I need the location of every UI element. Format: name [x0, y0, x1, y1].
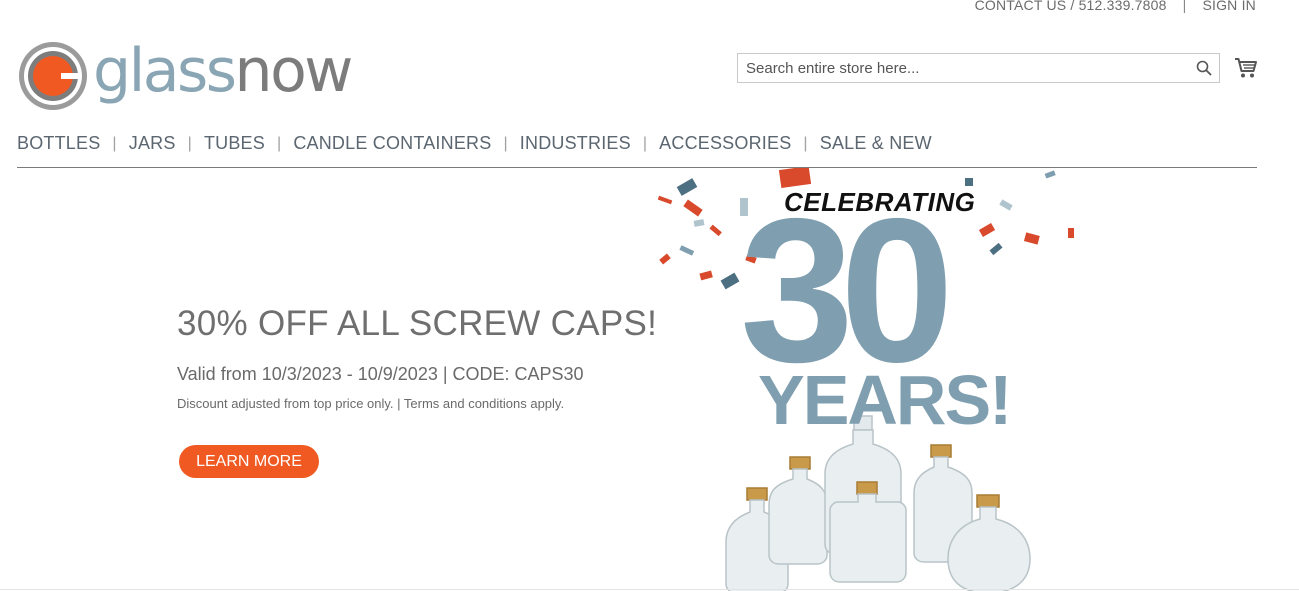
nav-item-industries[interactable]: INDUSTRIES	[520, 133, 631, 154]
search-icon[interactable]	[1189, 60, 1219, 76]
glass-bottles-image	[725, 415, 1031, 591]
search-input[interactable]	[738, 54, 1189, 82]
page-divider	[0, 589, 1299, 590]
promo-validity: Valid from 10/3/2023 - 10/9/2023 | CODE:…	[177, 364, 584, 384]
promo-fine-print: Discount adjusted from top price only. |…	[177, 396, 565, 411]
logo-wordmark: glassnow	[93, 41, 353, 101]
learn-more-button[interactable]: LEARN MORE	[179, 445, 319, 478]
main-nav: BOTTLES | JARS | TUBES | CANDLE CONTAINE…	[17, 133, 932, 154]
nav-item-sale-new[interactable]: SALE & NEW	[820, 133, 932, 154]
logo-word-now: now	[234, 36, 354, 106]
nav-item-candle-containers[interactable]: CANDLE CONTAINERS	[293, 133, 491, 154]
site-logo[interactable]: glassnow	[17, 40, 353, 112]
nav-item-jars[interactable]: JARS	[129, 133, 176, 154]
hero-years-text: YEARS!	[758, 361, 1012, 439]
nav-separator: |	[276, 134, 282, 152]
nav-separator: |	[803, 134, 808, 152]
nav-separator: |	[503, 134, 508, 152]
sign-in-link[interactable]: SIGN IN	[1202, 0, 1256, 13]
logo-mark-icon	[19, 42, 87, 110]
nav-separator: |	[642, 134, 648, 152]
nav-item-bottles[interactable]: BOTTLES	[17, 133, 100, 154]
top-utility-bar: CONTACT US / 512.339.7808 | SIGN IN	[975, 0, 1256, 13]
promo-headline: 30% OFF ALL SCREW CAPS!	[177, 304, 658, 343]
nav-separator: |	[112, 134, 117, 152]
cart-icon[interactable]	[1234, 57, 1258, 84]
nav-item-tubes[interactable]: TUBES	[204, 133, 265, 154]
promo-banner: 30% OFF ALL SCREW CAPS! Valid from 10/3/…	[177, 304, 657, 411]
logo-word-glass: glass	[93, 36, 237, 106]
topbar-divider: |	[1182, 0, 1187, 13]
nav-item-accessories[interactable]: ACCESSORIES	[659, 133, 791, 154]
search-box	[737, 53, 1220, 83]
contact-link[interactable]: CONTACT US / 512.339.7808	[975, 0, 1167, 13]
nav-separator: |	[187, 134, 192, 152]
